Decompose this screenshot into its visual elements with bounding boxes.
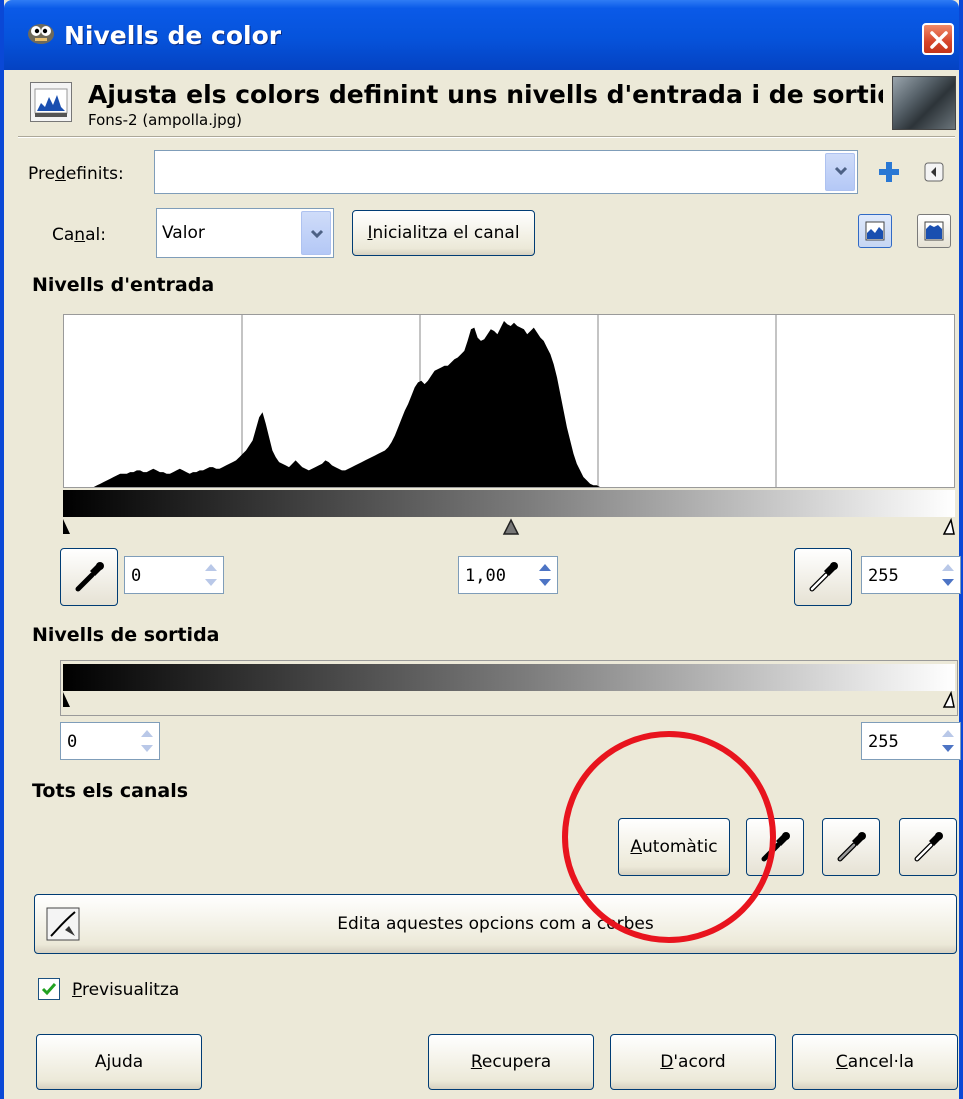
black-eyedropper-icon (75, 562, 104, 592)
output-low-value: 0 (67, 732, 78, 752)
title-bar[interactable]: Nivells de color (4, 0, 959, 70)
cancel-button[interactable]: Cancel·la (792, 1034, 958, 1090)
all-channels-title: Tots els canals (32, 780, 189, 802)
histogram (63, 314, 955, 488)
spin-arrows-icon[interactable] (938, 559, 958, 591)
spin-arrows-icon[interactable] (938, 725, 958, 757)
close-button[interactable] (922, 23, 954, 55)
pick-gray-all-button[interactable] (822, 818, 880, 876)
output-black-handle[interactable] (63, 692, 70, 707)
chevron-down-icon (310, 229, 324, 239)
log-histogram-icon (924, 221, 944, 241)
output-white-handle[interactable] (942, 690, 955, 708)
output-slider-track[interactable] (63, 690, 955, 708)
output-gradient-bar (63, 664, 955, 691)
input-white-handle[interactable] (942, 517, 955, 535)
presets-label: Predefinits: (28, 164, 124, 184)
help-button[interactable]: Ajuda (36, 1034, 202, 1090)
preset-menu-icon[interactable] (924, 162, 944, 182)
pick-black-point-button[interactable] (60, 548, 118, 606)
channel-value: Valor (162, 223, 205, 243)
output-high-value: 255 (868, 732, 899, 752)
dialog-heading: Ajusta els colors definint uns nivells d… (88, 80, 883, 109)
input-high-value: 255 (868, 566, 899, 586)
preview-checkbox[interactable] (38, 978, 60, 1000)
white-eyedropper-icon (914, 832, 943, 862)
layer-name: Fons-2 (ampolla.jpg) (88, 111, 243, 129)
window-title: Nivells de color (64, 21, 282, 50)
levels-tool-icon (30, 82, 72, 122)
input-levels-title: Nivells d'entrada (32, 274, 215, 296)
channel-combo[interactable]: Valor (156, 208, 334, 258)
curves-icon (46, 907, 80, 941)
output-high-spin[interactable]: 255 (861, 722, 961, 760)
chevron-down-icon (834, 166, 848, 176)
input-slider-track[interactable] (63, 517, 955, 535)
input-black-handle[interactable] (63, 519, 70, 534)
header-separator (18, 136, 955, 138)
ok-button[interactable]: D'acord (610, 1034, 776, 1090)
pick-white-point-button[interactable] (794, 548, 852, 606)
checkmark-icon (41, 983, 57, 996)
white-eyedropper-icon (809, 562, 838, 592)
input-high-spin[interactable]: 255 (861, 556, 961, 594)
log-histogram-button[interactable] (917, 214, 951, 248)
histogram-area (64, 321, 954, 487)
add-preset-icon[interactable] (877, 160, 901, 184)
input-gamma-handle[interactable] (502, 518, 520, 535)
channel-dropdown-button[interactable] (301, 211, 331, 255)
input-gradient-bar (63, 490, 955, 517)
gamma-spin[interactable]: 1,00 (458, 556, 558, 594)
levels-dialog: Nivells de color Ajusta els colors defin… (0, 0, 963, 1099)
linear-histogram-button[interactable] (858, 214, 892, 248)
gamma-value: 1,00 (465, 566, 506, 586)
linear-histogram-icon (865, 221, 885, 241)
input-low-spin[interactable]: 0 (124, 556, 224, 594)
presets-dropdown-button[interactable] (825, 153, 855, 191)
gray-eyedropper-icon (837, 832, 866, 862)
pick-white-all-button[interactable] (899, 818, 957, 876)
output-low-spin[interactable]: 0 (60, 722, 160, 760)
preview-label[interactable]: Previsualitza (72, 980, 179, 1000)
output-levels-title: Nivells de sortida (32, 624, 220, 646)
input-low-value: 0 (131, 566, 142, 586)
reset-button[interactable]: Recupera (428, 1034, 594, 1090)
presets-combo[interactable] (154, 150, 858, 194)
histogram-plot (64, 315, 954, 487)
spin-arrows-icon[interactable] (137, 725, 157, 757)
highlight-circle (562, 731, 776, 943)
image-thumbnail (892, 76, 956, 130)
spin-arrows-icon[interactable] (201, 559, 221, 591)
close-icon (930, 31, 948, 49)
spin-arrows-icon[interactable] (535, 559, 555, 591)
gimp-logo-icon (28, 24, 54, 44)
edit-as-curves-button[interactable]: Edita aquestes opcions com a corbes (34, 894, 957, 954)
channel-label: Canal: (52, 225, 106, 245)
reset-channel-button[interactable]: Inicialitza el canal (352, 210, 535, 256)
